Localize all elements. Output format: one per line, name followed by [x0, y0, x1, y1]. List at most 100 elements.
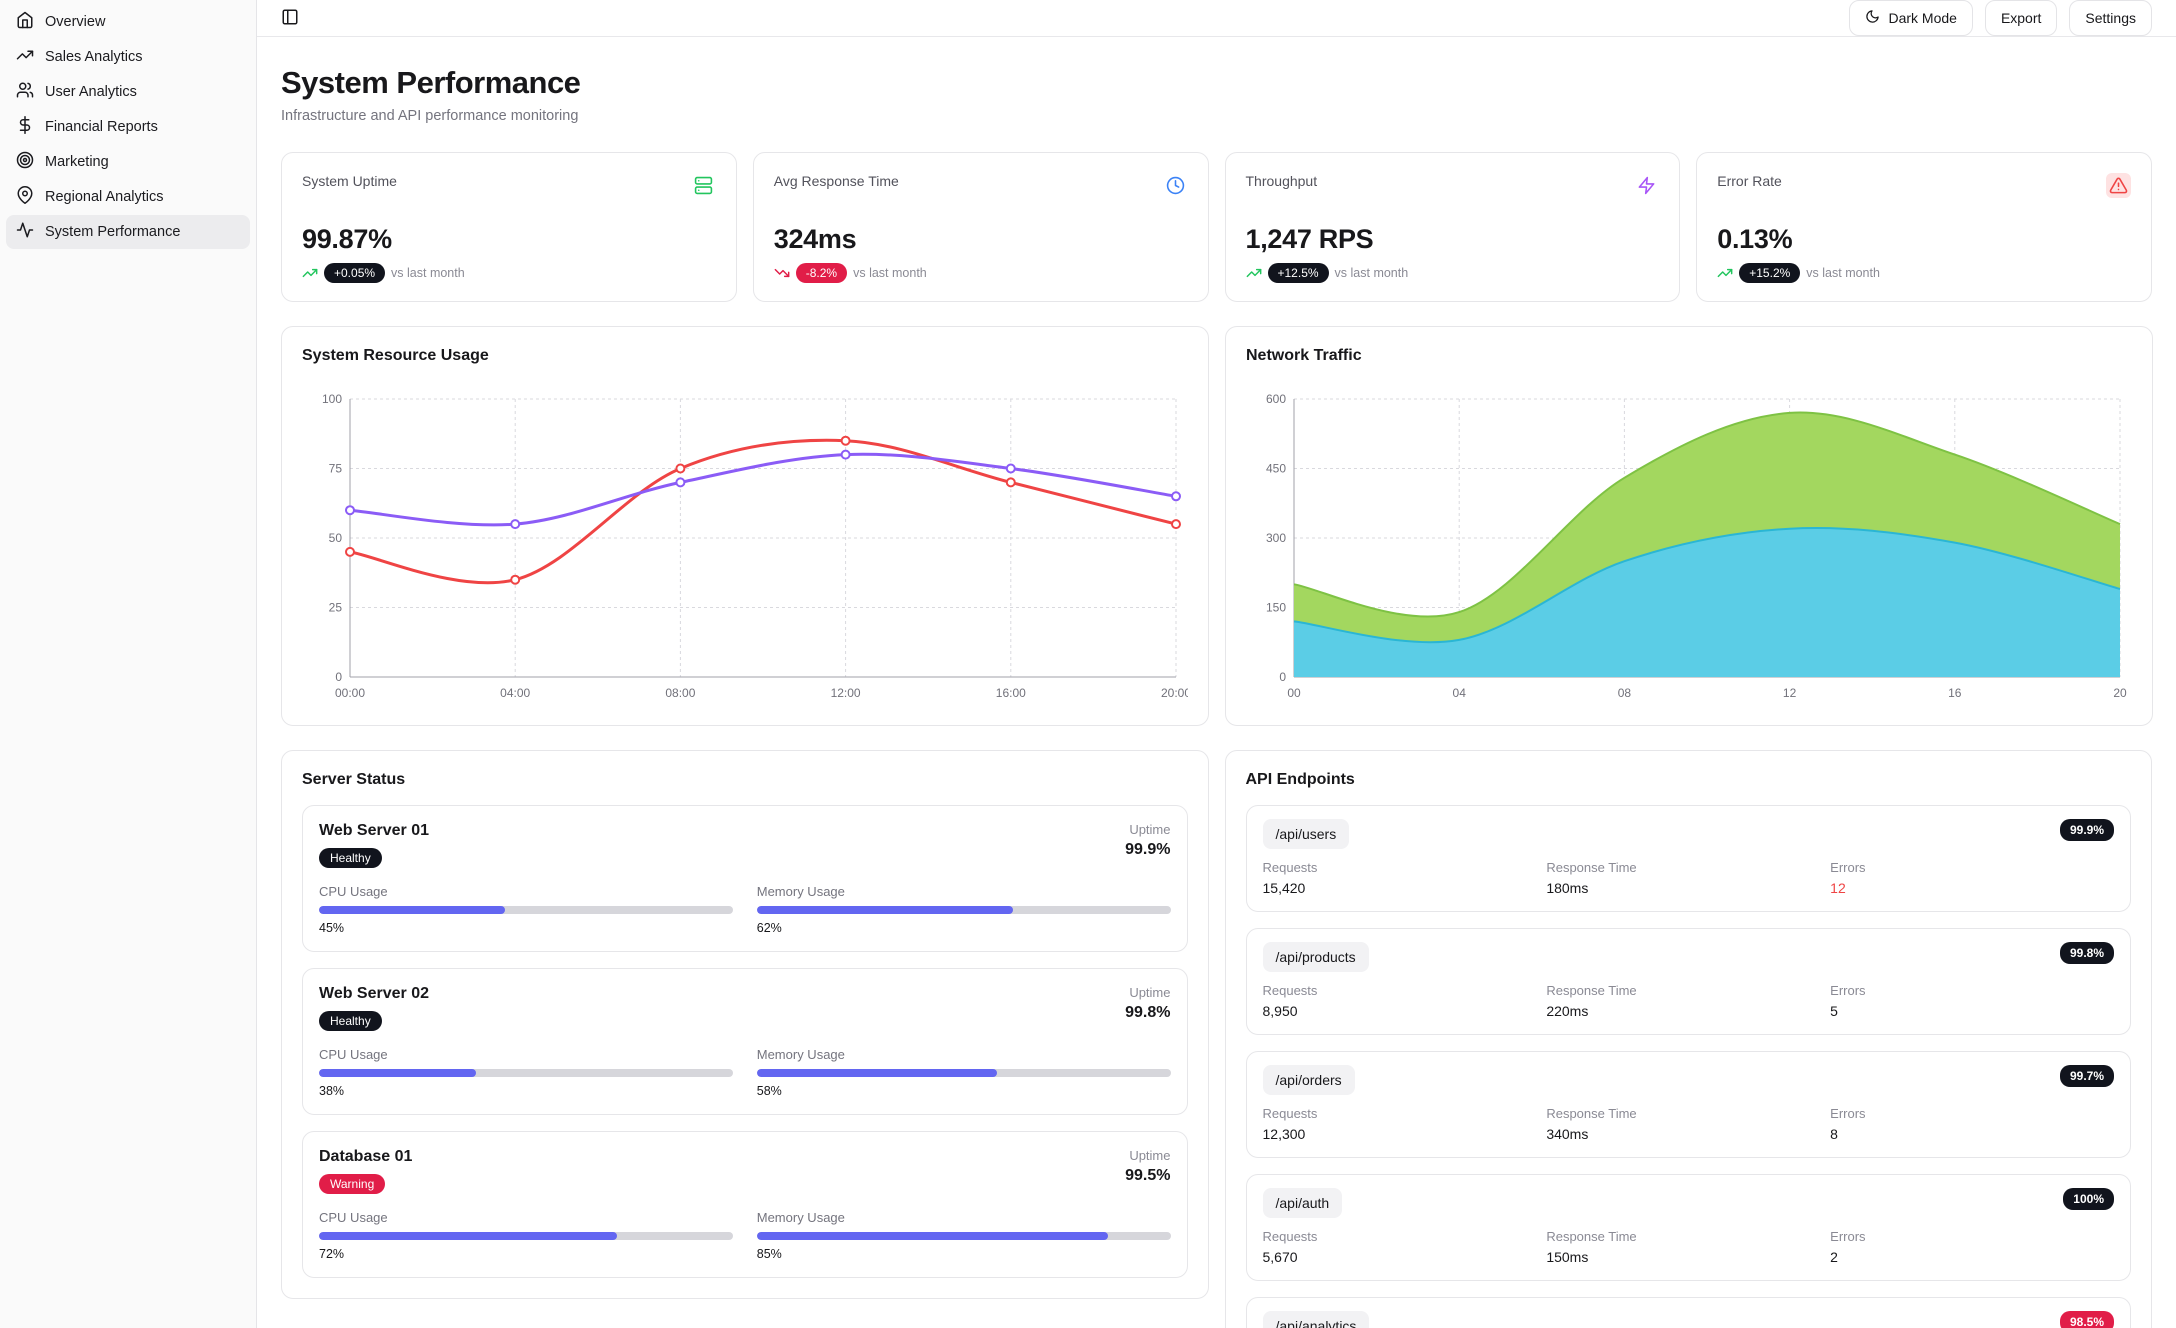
kpi-card: Error Rate 0.13% +15.2% vs last month — [1696, 152, 2152, 302]
cpu-usage-percent: 72% — [319, 1247, 733, 1261]
sidebar-item-marketing[interactable]: Marketing — [6, 145, 250, 179]
sidebar-item-icon-wrap — [16, 11, 34, 33]
endpoint-status-badge: 100% — [2063, 1188, 2114, 1210]
trending-up-icon — [1717, 265, 1733, 281]
kpi-card-header: System Uptime — [302, 173, 716, 198]
kpi-card-header: Error Rate — [1717, 173, 2131, 198]
svg-text:75: 75 — [329, 462, 343, 476]
endpoint-path: /api/products — [1263, 942, 1369, 972]
settings-button[interactable]: Settings — [2069, 0, 2152, 36]
response-time-label: Response Time — [1546, 860, 1830, 875]
network-traffic-card: Network Traffic 015030045060000040812162… — [1225, 326, 2153, 726]
server-card: Web Server 02 Healthy Uptime 99.8% CPU U… — [302, 968, 1188, 1115]
cpu-usage-metric: CPU Usage 45% — [319, 884, 733, 935]
page-subtitle: Infrastructure and API performance monit… — [281, 108, 2152, 124]
kpi-card: Throughput 1,247 RPS +12.5% vs last mont… — [1225, 152, 1681, 302]
cpu-usage-label: CPU Usage — [319, 1210, 733, 1225]
memory-usage-percent: 85% — [757, 1247, 1171, 1261]
sidebar-nav: Overview Sales Analytics User Analytics … — [4, 5, 252, 249]
kpi-delta-row: -8.2% vs last month — [774, 263, 1188, 283]
memory-usage-metric: Memory Usage 58% — [757, 1047, 1171, 1098]
dark-mode-button[interactable]: Dark Mode — [1849, 0, 1972, 36]
activity-icon — [16, 221, 34, 239]
endpoint-stats: Requests 8,950 Response Time 220ms Error… — [1263, 983, 2115, 1019]
server-uptime-block: Uptime 99.9% — [1125, 822, 1170, 868]
sidebar-item-user-analytics[interactable]: User Analytics — [6, 75, 250, 109]
server-status-panel: Server Status Web Server 01 Healthy Upti… — [281, 750, 1209, 1299]
api-endpoints-panel: API Endpoints /api/users 99.9% Requests … — [1225, 750, 2153, 1328]
app-root: Overview Sales Analytics User Analytics … — [0, 0, 2176, 1328]
topbar-actions: Dark Mode Export Settings — [1849, 0, 2152, 36]
sidebar-item-sales-analytics[interactable]: Sales Analytics — [6, 40, 250, 74]
sidebar-item-financial-reports[interactable]: Financial Reports — [6, 110, 250, 144]
svg-text:20:00: 20:00 — [1161, 686, 1188, 700]
sidebar-item-icon-wrap — [16, 116, 34, 138]
memory-usage-bar-track — [757, 1232, 1171, 1240]
requests-label: Requests — [1263, 860, 1547, 875]
memory-usage-metric: Memory Usage 62% — [757, 884, 1171, 935]
endpoint-errors: Errors 2 — [1830, 1229, 2114, 1265]
server-card: Database 01 Warning Uptime 99.5% CPU Usa… — [302, 1131, 1188, 1278]
svg-text:04:00: 04:00 — [500, 686, 530, 700]
response-time-value: 340ms — [1546, 1126, 1830, 1142]
kpi-delta-row: +12.5% vs last month — [1246, 263, 1660, 283]
kpi-value: 1,247 RPS — [1246, 224, 1660, 255]
memory-usage-bar-fill — [757, 906, 1014, 914]
kpi-icon-wrap — [2106, 173, 2131, 198]
alert-triangle-icon — [2109, 176, 2128, 195]
series-purple-line — [346, 451, 1180, 528]
svg-text:04: 04 — [1453, 686, 1467, 700]
endpoint-response-time: Response Time 180ms — [1546, 860, 1830, 896]
endpoint-requests: Requests 8,950 — [1263, 983, 1547, 1019]
cpu-usage-percent: 38% — [319, 1084, 733, 1098]
memory-usage-label: Memory Usage — [757, 884, 1171, 899]
kpi-delta-note: vs last month — [853, 266, 927, 280]
endpoint-response-time: Response Time 150ms — [1546, 1229, 1830, 1265]
response-time-value: 150ms — [1546, 1249, 1830, 1265]
server-status-title: Server Status — [302, 771, 1188, 789]
endpoint-list: /api/users 99.9% Requests 15,420 Respons… — [1246, 805, 2132, 1328]
kpi-grid: System Uptime 99.87% +0.05% vs last mont… — [281, 152, 2152, 302]
export-button[interactable]: Export — [1985, 0, 2057, 36]
errors-value: 2 — [1830, 1249, 2114, 1265]
clock-icon — [1166, 176, 1185, 195]
kpi-value: 0.13% — [1717, 224, 2131, 255]
panel-left-icon — [281, 8, 299, 29]
server-name: Web Server 01 — [319, 822, 429, 840]
errors-value: 5 — [1830, 1003, 2114, 1019]
kpi-value: 324ms — [774, 224, 1188, 255]
chart-tick-labels: 025507510000:0004:0008:0012:0016:0020:00 — [322, 392, 1188, 700]
dark-mode-label: Dark Mode — [1888, 10, 1956, 26]
kpi-value: 99.87% — [302, 224, 716, 255]
sidebar-toggle-button[interactable] — [281, 8, 299, 29]
errors-label: Errors — [1830, 860, 2114, 875]
memory-usage-bar-track — [757, 1069, 1171, 1077]
endpoint-requests: Requests 12,300 — [1263, 1106, 1547, 1142]
server-uptime-value: 99.5% — [1125, 1167, 1170, 1185]
kpi-trend-icon-wrap — [302, 265, 318, 281]
cpu-usage-bar-track — [319, 906, 733, 914]
cpu-usage-bar-fill — [319, 1232, 617, 1240]
response-time-label: Response Time — [1546, 1106, 1830, 1121]
server-uptime-block: Uptime 99.5% — [1125, 1148, 1170, 1194]
charts-row: System Resource Usage 025507510000:0004:… — [281, 326, 2152, 726]
server-name: Database 01 — [319, 1148, 412, 1166]
kpi-label: Error Rate — [1717, 173, 1782, 189]
server-card-header: Web Server 01 Healthy Uptime 99.9% — [319, 822, 1171, 868]
svg-text:16:00: 16:00 — [996, 686, 1026, 700]
sidebar-item-overview[interactable]: Overview — [6, 5, 250, 39]
endpoint-card-header: /api/orders 99.7% — [1263, 1065, 2115, 1095]
endpoint-stats: Requests 15,420 Response Time 180ms Erro… — [1263, 860, 2115, 896]
requests-value: 12,300 — [1263, 1126, 1547, 1142]
sidebar-item-system-performance[interactable]: System Performance — [6, 215, 250, 249]
sidebar-item-label: Financial Reports — [45, 119, 158, 135]
sidebar-item-regional-analytics[interactable]: Regional Analytics — [6, 180, 250, 214]
topbar: Dark Mode Export Settings — [257, 0, 2176, 37]
endpoint-card: /api/analytics 98.5% — [1246, 1297, 2132, 1328]
memory-usage-bar-fill — [757, 1232, 1109, 1240]
requests-value: 8,950 — [1263, 1003, 1547, 1019]
svg-text:50: 50 — [329, 531, 343, 545]
kpi-card-header: Throughput — [1246, 173, 1660, 198]
cpu-usage-metric: CPU Usage 72% — [319, 1210, 733, 1261]
response-time-value: 220ms — [1546, 1003, 1830, 1019]
